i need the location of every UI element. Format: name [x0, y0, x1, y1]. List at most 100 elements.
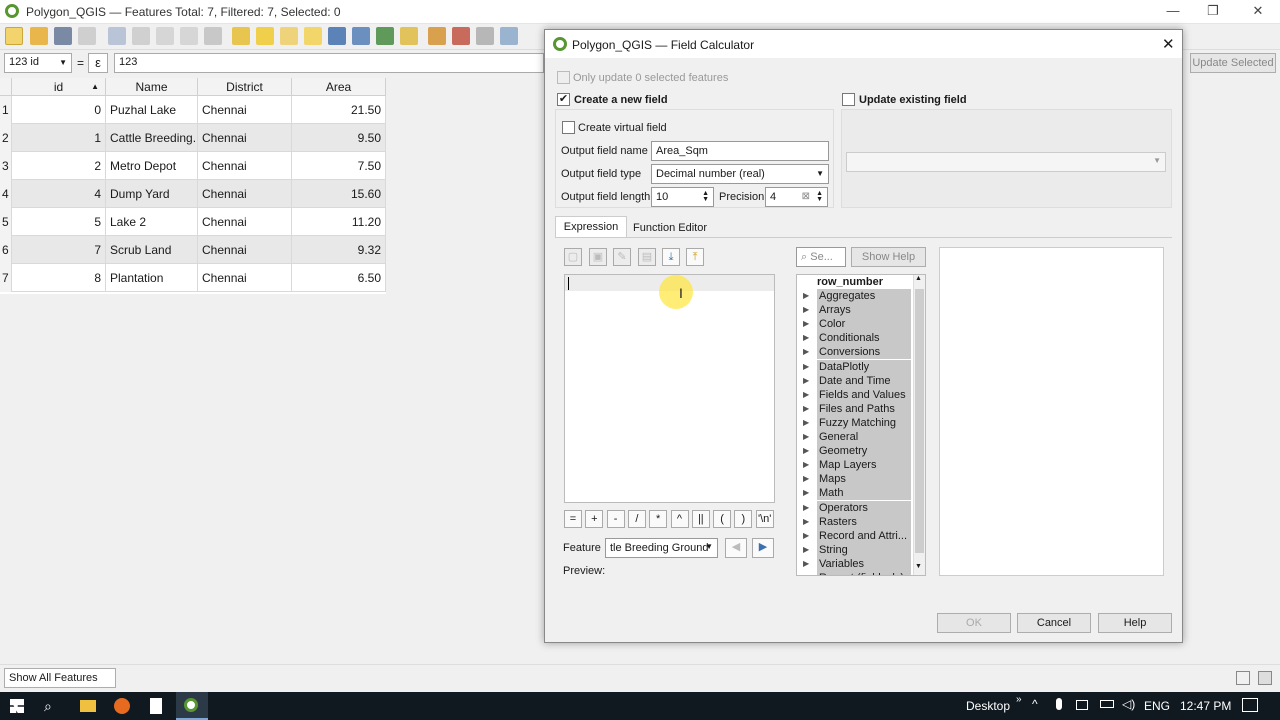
operator-equals-button[interactable]: =	[564, 510, 582, 528]
tree-item-group[interactable]: ▶ Record and Attri...	[797, 528, 913, 543]
copy-icon[interactable]	[180, 27, 198, 45]
tree-item-group[interactable]: ▶ Rasters	[797, 514, 913, 529]
notifications-icon[interactable]	[1242, 698, 1258, 712]
expand-arrow-icon[interactable]: ▶	[803, 486, 809, 500]
expand-arrow-icon[interactable]: ▶	[803, 360, 809, 374]
cell-name[interactable]: Puzhal Lake	[106, 96, 198, 124]
desktop-label[interactable]: Desktop	[966, 699, 1010, 713]
operator-power-button[interactable]: ^	[670, 510, 689, 528]
table-view-icon[interactable]	[1258, 671, 1272, 685]
table-row[interactable]: 5 5 Lake 2 Chennai 11.20	[0, 208, 386, 236]
tree-item-group[interactable]: ▶ Date and Time	[797, 373, 913, 388]
tree-item-group[interactable]: ▶ Fuzzy Matching	[797, 415, 913, 430]
volume-icon[interactable]: ◁)	[1122, 697, 1135, 711]
cell-id[interactable]: 8	[12, 264, 106, 292]
column-header-district[interactable]: District	[198, 78, 292, 96]
expand-arrow-icon[interactable]: ▶	[803, 317, 809, 331]
toggle-editing-icon[interactable]	[5, 27, 23, 45]
cell-area[interactable]: 15.60	[292, 180, 386, 208]
operator-close-paren-button[interactable]: )	[734, 510, 753, 528]
cell-name[interactable]: Dump Yard	[106, 180, 198, 208]
export-icon[interactable]: ⤒	[686, 248, 704, 266]
tree-item-group[interactable]: ▶ Recent (fieldcalc)	[797, 571, 913, 575]
only-update-checkbox[interactable]	[557, 71, 570, 84]
cell-id[interactable]: 7	[12, 236, 106, 264]
move-top-icon[interactable]	[352, 27, 370, 45]
table-row[interactable]: 1 0 Puzhal Lake Chennai 21.50	[0, 96, 386, 124]
close-icon[interactable]: ✕	[1248, 2, 1268, 20]
tree-item-group[interactable]: ▶ Conditionals	[797, 331, 913, 346]
output-field-length-spinbox[interactable]: 10 ▲ ▼	[651, 187, 714, 207]
expand-arrow-icon[interactable]: ▶	[803, 345, 809, 359]
output-field-name-input[interactable]: Area_Sqm	[651, 141, 829, 161]
cell-district[interactable]: Chennai	[198, 180, 292, 208]
scroll-thumb[interactable]	[915, 289, 924, 553]
cell-id[interactable]: 4	[12, 180, 106, 208]
cell-id[interactable]: 2	[12, 152, 106, 180]
row-number[interactable]: 5	[0, 208, 12, 236]
tray-chevron-icon[interactable]: ^	[1032, 697, 1038, 711]
document-icon[interactable]	[150, 698, 162, 714]
cell-area[interactable]: 9.50	[292, 124, 386, 152]
expand-arrow-icon[interactable]: ▶	[803, 374, 809, 388]
tree-item-group[interactable]: ▶ Conversions	[797, 345, 913, 360]
pan-map-icon[interactable]	[376, 27, 394, 45]
tree-scrollbar[interactable]: ▲ ▼	[913, 275, 925, 575]
update-existing-field-checkbox[interactable]	[842, 93, 855, 106]
table-row[interactable]: 3 2 Metro Depot Chennai 7.50	[0, 152, 386, 180]
tab-expression[interactable]: Expression	[555, 216, 627, 238]
cell-district[interactable]: Chennai	[198, 208, 292, 236]
dialog-close-icon[interactable]: ✕	[1162, 35, 1175, 53]
language-indicator[interactable]: ENG	[1144, 699, 1170, 713]
show-help-button[interactable]: Show Help	[851, 247, 926, 267]
expand-arrow-icon[interactable]: ▶	[803, 289, 809, 303]
tree-item-group[interactable]: ▶ Operators	[797, 500, 913, 515]
start-icon[interactable]	[10, 699, 24, 713]
table-row[interactable]: 6 7 Scrub Land Chennai 9.32	[0, 236, 386, 264]
expand-arrow-icon[interactable]: ▶	[803, 458, 809, 472]
operator-divide-button[interactable]: /	[627, 510, 646, 528]
expand-arrow-icon[interactable]: ▶	[803, 416, 809, 430]
paste-icon[interactable]	[204, 27, 222, 45]
expand-arrow-icon[interactable]: ▶	[803, 571, 809, 575]
expression-editor[interactable]: I	[564, 274, 775, 503]
toolbar-expand-icon[interactable]: »	[1016, 694, 1022, 705]
delete-feature-icon[interactable]	[132, 27, 150, 45]
tree-item-group[interactable]: ▶ General	[797, 430, 913, 444]
help-button[interactable]: Help	[1098, 613, 1172, 633]
function-search-input[interactable]: ⌕ Se...	[796, 247, 846, 267]
tree-item-group[interactable]: ▶ Maps	[797, 472, 913, 487]
invert-selection-icon[interactable]	[280, 27, 298, 45]
tree-item-group[interactable]: ▶ Map Layers	[797, 458, 913, 473]
row-number[interactable]: 6	[0, 236, 12, 264]
expand-arrow-icon[interactable]: ▶	[803, 331, 809, 345]
edit-expression-icon[interactable]: ✎	[613, 248, 631, 266]
search-icon[interactable]: ⌕	[44, 698, 52, 715]
new-file-icon[interactable]: ▢	[564, 248, 582, 266]
save-expression-icon[interactable]: ▣	[589, 248, 607, 266]
cell-id[interactable]: 1	[12, 124, 106, 152]
restore-icon[interactable]: ❐	[1203, 2, 1223, 20]
update-selected-button[interactable]: Update Selected	[1190, 53, 1276, 73]
cell-district[interactable]: Chennai	[198, 264, 292, 292]
select-all-icon[interactable]	[256, 27, 274, 45]
cut-icon[interactable]	[156, 27, 174, 45]
delete-expression-icon[interactable]: ▤	[638, 248, 656, 266]
spin-arrows-icon[interactable]: ▲ ▼	[816, 190, 823, 203]
save-edits-icon[interactable]	[54, 27, 72, 45]
cell-name[interactable]: Lake 2	[106, 208, 198, 236]
cell-area[interactable]: 6.50	[292, 264, 386, 292]
clock[interactable]: 12:47 PM	[1180, 699, 1231, 713]
tree-item-group[interactable]: ▶ Aggregates	[797, 289, 913, 303]
import-icon[interactable]: ⤓	[662, 248, 680, 266]
ok-button[interactable]: OK	[937, 613, 1011, 633]
column-header-area[interactable]: Area	[292, 78, 386, 96]
cell-id[interactable]: 5	[12, 208, 106, 236]
cell-name[interactable]: Metro Depot	[106, 152, 198, 180]
operator-open-paren-button[interactable]: (	[713, 510, 732, 528]
cell-district[interactable]: Chennai	[198, 96, 292, 124]
output-field-type-select[interactable]: Decimal number (real) ▼	[651, 164, 829, 184]
cell-area[interactable]: 7.50	[292, 152, 386, 180]
show-all-features-select[interactable]: Show All Features	[4, 668, 116, 688]
create-new-field-checkbox[interactable]: ✔	[557, 93, 570, 106]
